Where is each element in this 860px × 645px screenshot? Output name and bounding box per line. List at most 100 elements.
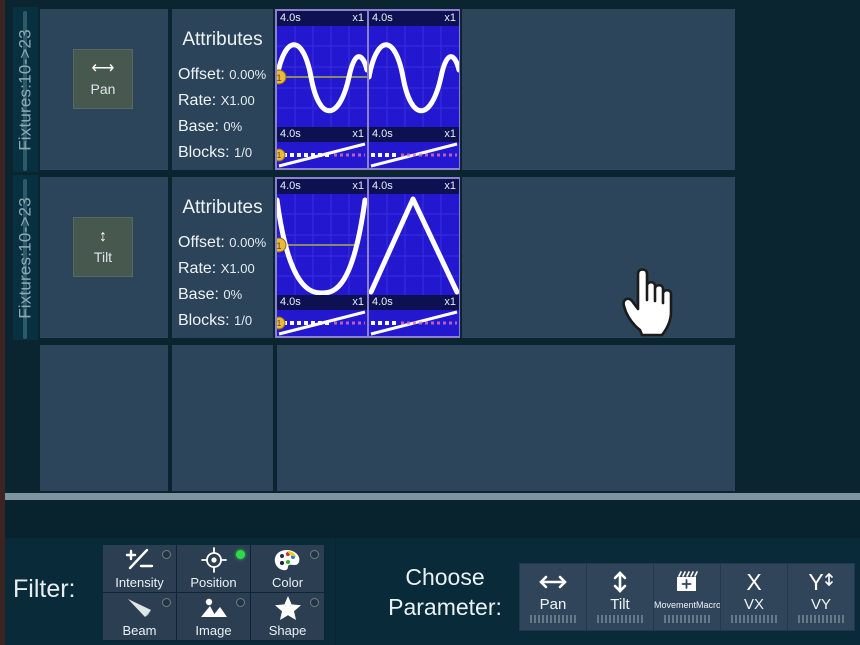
parameter-cell-tilt[interactable]: ↕ Tilt [40,177,168,338]
filter-button-shape[interactable]: Shape [251,593,325,641]
waveform-multiplier: x1 [352,180,364,192]
row-empty-area-tilt[interactable] [462,177,735,338]
attribute-base-label: Base: [178,286,219,303]
attribute-base-label: Base: [178,118,219,135]
parameter-button-vx[interactable]: X VX [720,563,788,631]
attributes-title: Attributes [182,197,263,218]
attribute-offset[interactable]: Offset: 0.00% [178,66,266,84]
empty-cell-attributes[interactable] [172,345,273,491]
attribute-blocks[interactable]: Blocks: 1/0 [178,312,252,330]
parameter-button-indicator [597,615,643,623]
waveform-tile[interactable]: 4.0s x1 1 [277,295,367,336]
parameter-button-pan-toolbar[interactable]: Pan [519,563,587,631]
filter-button-color[interactable]: Color [251,545,325,593]
waveform-tile[interactable]: 4.0s x1 [369,11,459,129]
attribute-offset[interactable]: Offset: 0.00% [178,234,266,252]
choose-parameter-line2: Parameter: [388,594,502,620]
parameter-button-tilt-toolbar[interactable]: Tilt [586,563,654,631]
row-empty-area-pan[interactable] [462,9,735,170]
attribute-base[interactable]: Base: 0% [178,118,242,136]
app-window: Fixtures:10->23 ⟷ Pan Attributes Offset:… [0,0,860,645]
attribute-blocks-value: 1/0 [234,313,253,328]
waveform-header: 4.0s x1 [277,179,367,194]
filter-button-position[interactable]: Position [177,545,251,593]
top-bar [5,0,860,7]
empty-cell-parameter[interactable] [40,345,168,491]
attribute-base[interactable]: Base: 0% [178,286,242,304]
parameter-button-tilt[interactable]: ↕ Tilt [73,217,133,277]
editor-bottom-separator [5,493,860,500]
horizontal-arrows-icon [520,570,586,594]
waveform-plot: 1 [277,310,367,336]
waveform-header: 4.0s x1 [369,295,459,310]
waveform-time: 4.0s [372,180,393,192]
attribute-base-value: 0% [223,119,243,134]
filter-led-image [236,598,245,607]
waveform-plot: 1 [277,142,367,168]
waveform-plot [369,310,459,336]
fixtures-label-cell-pan[interactable]: Fixtures:10->23 [13,7,38,172]
waveform-grid-pan[interactable]: 4.0s x1 1 4.0s x1 4.0s x1 1 4.0s x1 [275,9,460,170]
attribute-rate-label: Rate: [178,260,217,277]
filter-led-beam [162,598,171,607]
svg-text:1: 1 [277,73,282,83]
waveform-plot: 1 [277,194,367,297]
waveform-plot [369,142,459,168]
waveform-header: 4.0s x1 [369,179,459,194]
empty-cell-waveforms[interactable] [277,345,735,491]
filter-led-shape [310,598,319,607]
attribute-rate[interactable]: Rate: X1.00 [178,260,255,278]
waveform-tile[interactable]: 4.0s x1 [277,179,367,297]
waveform-time: 4.0s [372,296,393,308]
attribute-offset-label: Offset: [178,66,225,83]
waveform-multiplier: x1 [444,180,456,192]
attributes-cell-pan[interactable]: Attributes Offset: 0.00% Rate: X1.00 Bas… [172,9,273,170]
waveform-tile[interactable]: 4.0s x1 [369,295,459,336]
attribute-blocks[interactable]: Blocks: 1/0 [178,144,252,162]
waveform-header: 4.0s x1 [277,11,367,26]
waveform-tile[interactable]: 4.0s x1 [277,11,367,129]
waveform-multiplier: x1 [352,296,364,308]
horizontal-arrows-icon: ⟷ [91,59,115,77]
attributes-cell-tilt[interactable]: Attributes Offset: 0.00% Rate: X1.00 Bas… [172,177,273,338]
waveform-time: 4.0s [372,12,393,24]
effect-row-pan[interactable]: Fixtures:10->23 ⟷ Pan Attributes Offset:… [5,7,735,172]
filter-button-intensity[interactable]: Intensity [103,545,177,593]
fixtures-label-tilt: Fixtures:10->23 [15,197,35,319]
parameter-button-indicator [664,615,710,623]
parameter-cell-pan[interactable]: ⟷ Pan [40,9,168,170]
parameter-button-vy[interactable]: Y VY [787,563,855,631]
effect-row-tilt[interactable]: Fixtures:10->23 ↕ Tilt Attributes Offset… [5,175,735,340]
waveform-multiplier: x1 [352,12,364,24]
waveform-multiplier: x1 [444,296,456,308]
parameter-button-indicator [731,615,777,623]
filter-button-beam[interactable]: Beam [103,593,177,641]
waveform-multiplier: x1 [352,128,364,140]
parameter-button-movementmacro[interactable]: MovementMacro [653,563,721,631]
waveform-plot [369,26,459,129]
effect-editor: Fixtures:10->23 ⟷ Pan Attributes Offset:… [5,7,860,493]
filter-button-label: Image [195,623,232,638]
clapperboard-icon [654,570,720,594]
waveform-grid-tilt[interactable]: 4.0s x1 1 4.0s x1 4.0s x1 1 4.0s x1 [275,177,460,338]
parameter-button-indicator [530,615,576,623]
attribute-base-value: 0% [223,287,243,302]
waveform-header: 4.0s x1 [277,127,367,142]
waveform-time: 4.0s [280,128,301,140]
waveform-time: 4.0s [280,180,301,192]
svg-text:Y: Y [808,569,823,595]
parameter-button-pan[interactable]: ⟷ Pan [73,49,133,109]
attribute-rate[interactable]: Rate: X1.00 [178,92,255,110]
filter-button-image[interactable]: Image [177,593,251,641]
svg-text:1: 1 [277,319,282,328]
filter-led-color [310,550,319,559]
waveform-time: 4.0s [372,128,393,140]
effect-row-empty[interactable] [5,343,735,493]
waveform-tile[interactable]: 4.0s x1 [369,179,459,297]
waveform-tile[interactable]: 4.0s x1 1 [277,127,367,168]
fixtures-label-cell-tilt[interactable]: Fixtures:10->23 [13,175,38,340]
waveform-multiplier: x1 [444,12,456,24]
attribute-offset-label: Offset: [178,234,225,251]
attribute-offset-value: 0.00% [229,235,267,250]
waveform-tile[interactable]: 4.0s x1 [369,127,459,168]
